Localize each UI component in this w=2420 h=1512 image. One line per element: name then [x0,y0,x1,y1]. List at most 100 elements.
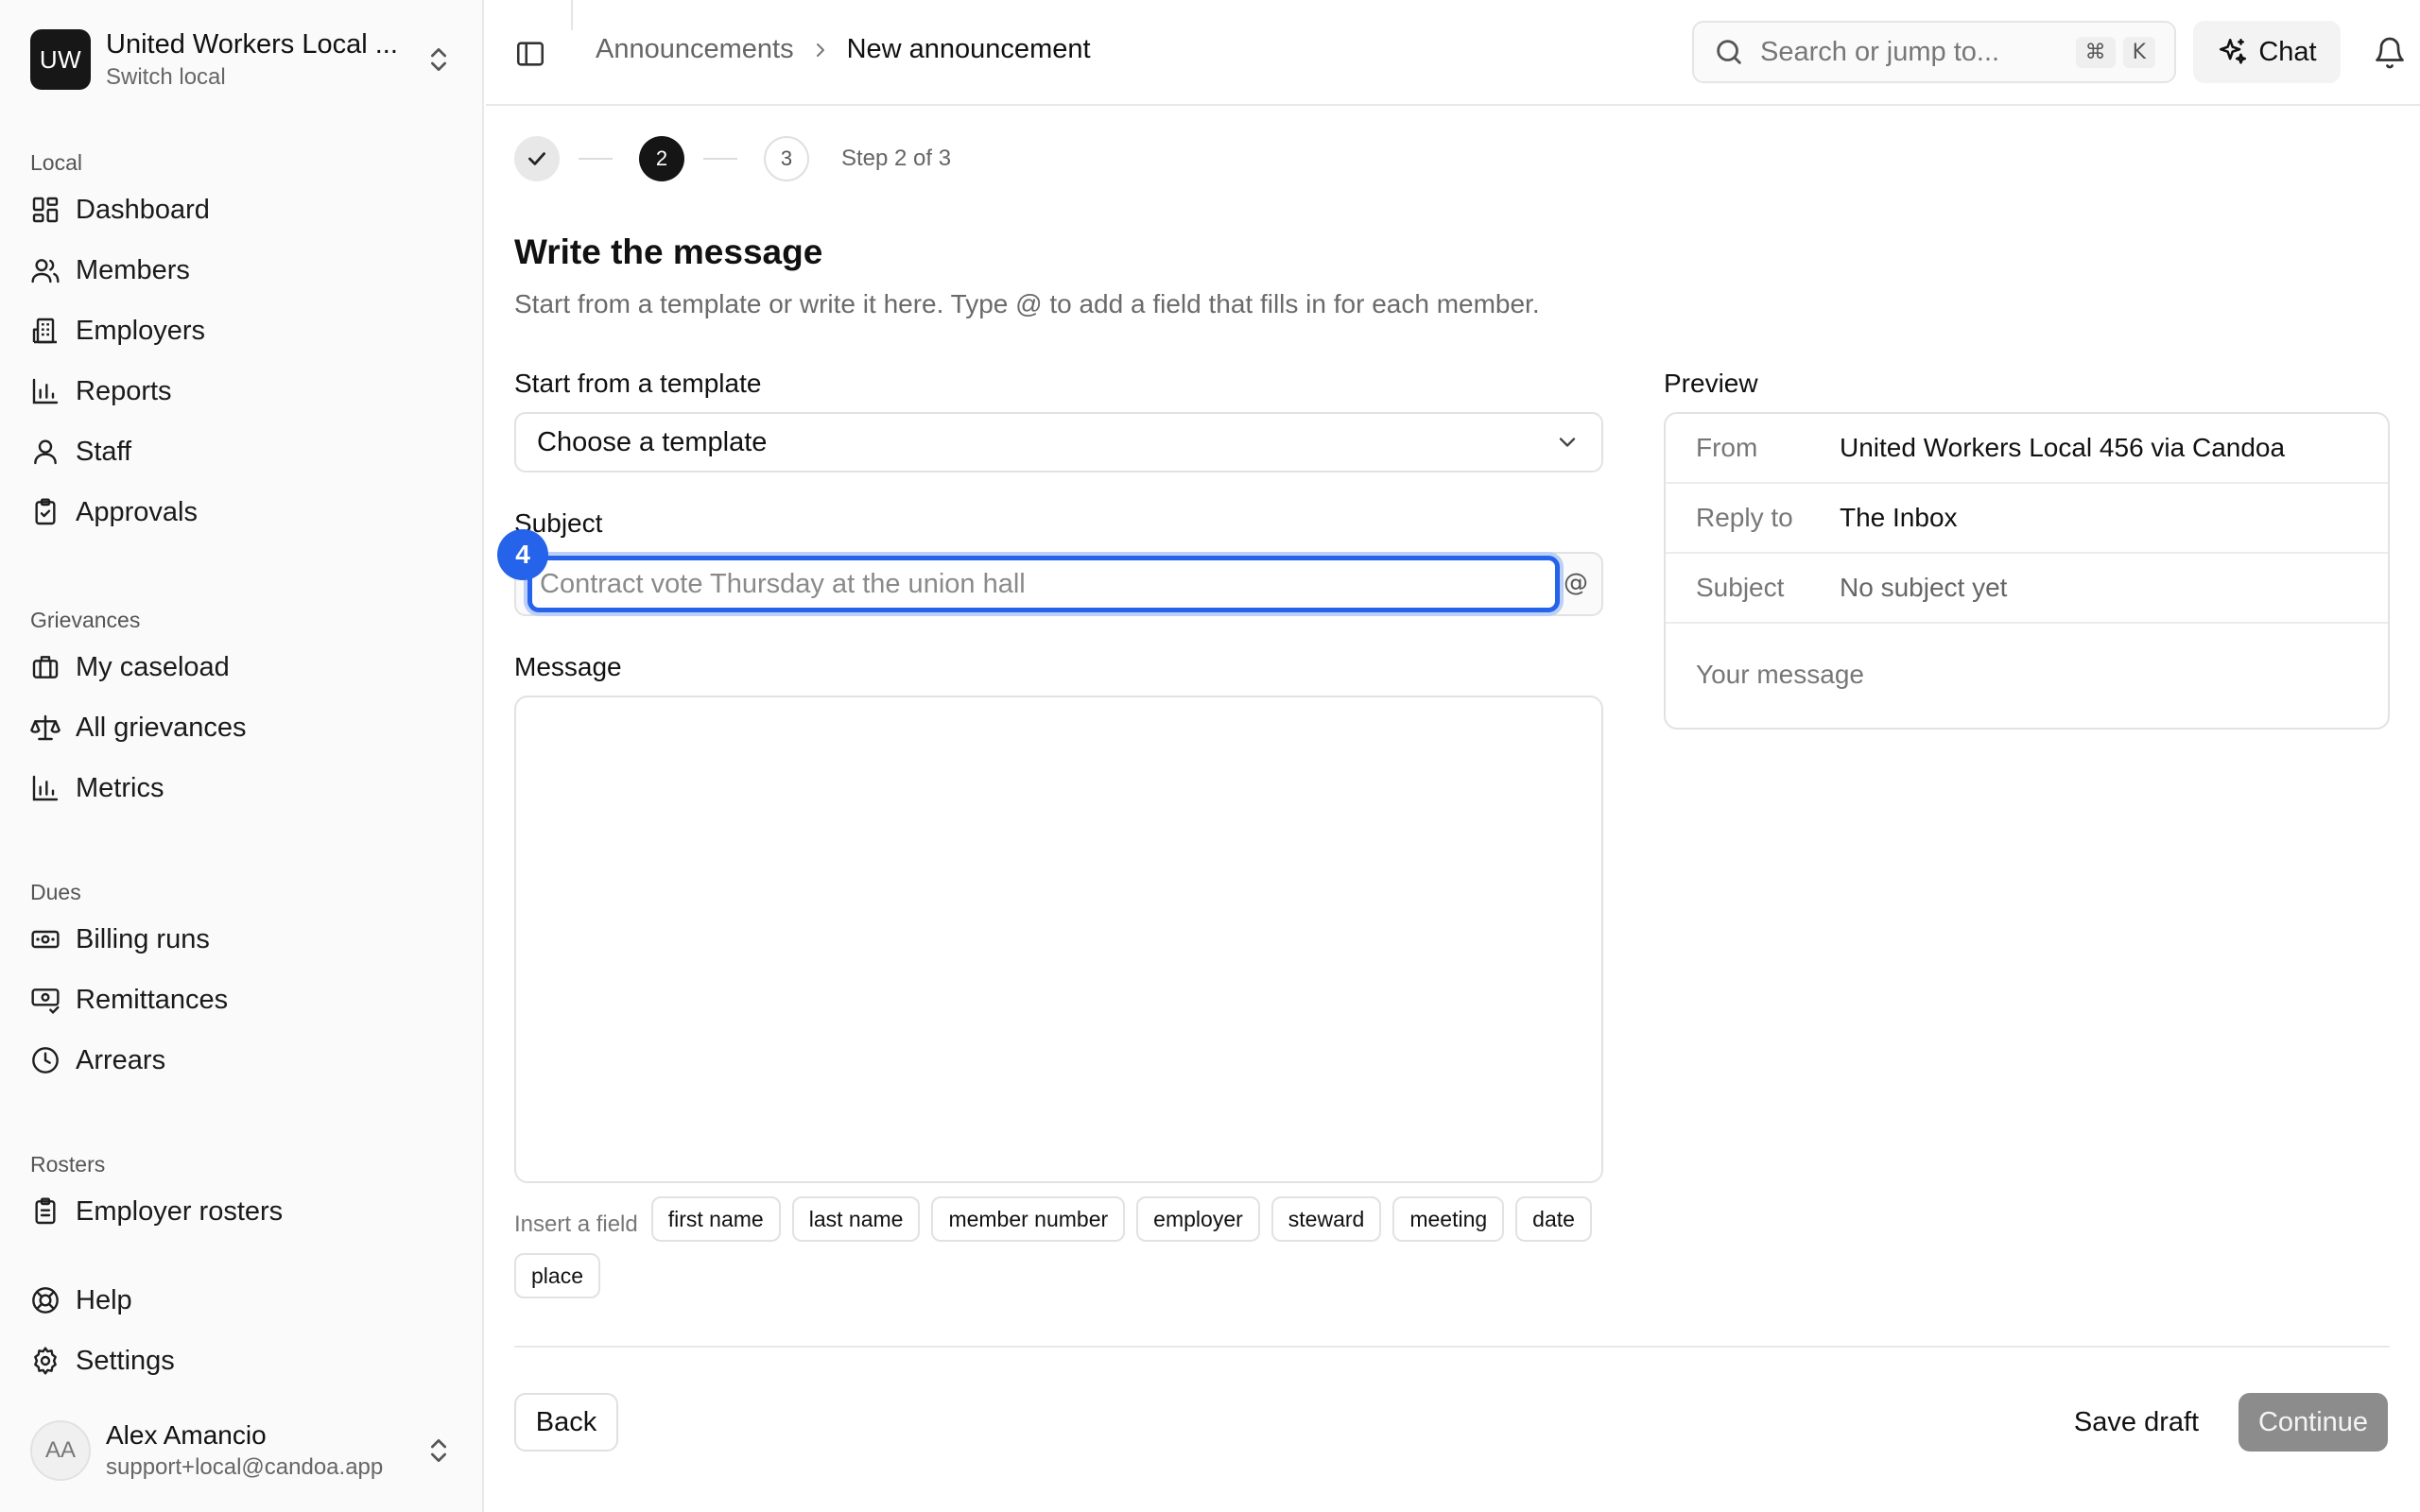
step-connector [579,158,613,160]
preview-card: From United Workers Local 456 via Candoa… [1664,412,2390,730]
preview-row-from: From United Workers Local 456 via Candoa [1666,414,2388,484]
scale-icon [30,714,60,741]
sidebar-item-employer-rosters[interactable]: Employer rosters [30,1181,456,1242]
sidebar-item-billing-runs[interactable]: Billing runs [30,909,456,970]
field-chip-last-name[interactable]: last name [791,1196,921,1242]
check-icon [528,152,545,165]
message-label: Message [514,652,622,681]
back-button[interactable]: Back [514,1393,618,1452]
nav-section-rosters: Rosters Employer rosters [30,1147,456,1242]
chevron-down-icon [1559,438,1576,447]
org-logo: UW [30,29,91,90]
org-subtitle: Switch local [106,63,226,90]
building-icon [32,318,57,344]
sidebar-item-remittances[interactable]: Remittances [30,970,456,1030]
chevrons-up-down-icon [431,1439,446,1462]
field-chip-place[interactable]: place [514,1253,600,1298]
search-placeholder: Search or jump to... [1760,36,2000,67]
field-chip-first-name[interactable]: first name [650,1196,781,1242]
sidebar-item-reports[interactable]: Reports [30,361,456,421]
topbar: Announcements New announcement Search or… [486,0,2420,106]
save-draft-button[interactable]: Save draft [2059,1393,2214,1452]
insert-field-at-button[interactable]: @ [1564,569,1588,597]
sidebar-item-label: Staff [76,436,132,467]
sidebar-item-dashboard[interactable]: Dashboard [30,180,456,240]
field-chip-date[interactable]: date [1515,1196,1592,1242]
template-select-value: Choose a template [537,426,768,457]
preview-subject-value: No subject yet [1840,573,2008,602]
subject-field: @ [514,552,1603,616]
step-3-upcoming: 3 [764,136,809,181]
sidebar-item-members[interactable]: Members [30,240,456,301]
sidebar-toggle-icon[interactable] [514,38,546,70]
message-textarea[interactable] [514,696,1603,1183]
shortcut-k-key: K [2122,36,2155,68]
nav-heading-local: Local [30,150,82,175]
user-icon [34,439,57,465]
chat-button[interactable]: Chat [2193,21,2341,83]
avatar: AA [30,1420,91,1481]
sidebar-item-staff[interactable]: Staff [30,421,456,482]
sidebar-item-label: Approvals [76,496,198,527]
topbar-divider [571,0,573,30]
preview-reply-key: Reply to [1696,503,1793,532]
search-icon [1717,40,1741,64]
sidebar-item-metrics[interactable]: Metrics [30,758,456,818]
step-1-complete [514,136,560,181]
sidebar-item-all-grievances[interactable]: All grievances [30,697,456,758]
sidebar-item-label: Reports [76,375,172,406]
sidebar-item-employers[interactable]: Employers [30,301,456,361]
preview-row-reply-to: Reply to The Inbox [1666,484,2388,554]
org-switcher[interactable]: UW United Workers Local ... Switch local [30,28,454,91]
clipboard-check-icon [35,498,56,525]
sidebar-item-settings[interactable]: Settings [30,1331,456,1391]
bell-icon[interactable] [2373,36,2407,70]
field-chip-steward[interactable]: steward [1270,1196,1382,1242]
search-input[interactable]: Search or jump to... ⌘ K [1692,21,2176,83]
preview-reply-value: The Inbox [1840,503,1958,532]
sidebar-item-label: Help [76,1284,132,1315]
field-chip-employer[interactable]: employer [1136,1196,1260,1242]
breadcrumb-announcements[interactable]: Announcements [596,34,794,65]
user-menu[interactable]: AA Alex Amancio support+local@candoa.app [30,1418,454,1484]
nav-section-grievances: Grievances My caseload All grievances Me… [30,603,456,818]
briefcase-icon [32,656,59,679]
stepper: 2 3 Step 2 of 3 [514,136,951,181]
preview-label: Preview [1664,369,1758,398]
nav-section-dues: Dues Billing runs Remittances Arrears [30,875,456,1091]
page-description: Start from a template or write it here. … [514,289,1540,318]
sidebar-item-label: My caseload [76,651,230,682]
subject-input[interactable] [527,556,1560,612]
sidebar-item-label: Billing runs [76,923,210,954]
step-progress-label: Step 2 of 3 [841,146,952,171]
insert-field-label: Insert a field [514,1211,638,1237]
template-select[interactable]: Choose a template [514,412,1603,472]
field-chip-member-number[interactable]: member number [931,1196,1126,1242]
nav-section-bottom: Help Settings [30,1270,456,1391]
footer-divider [514,1346,2390,1348]
bar-chart-icon [32,775,59,801]
sidebar-item-label: Employers [76,315,205,346]
field-chip-meeting[interactable]: meeting [1392,1196,1505,1242]
clipboard-list-icon [35,1197,56,1225]
page-title: Write the message [514,232,823,271]
user-name: Alex Amancio [106,1420,267,1450]
gear-icon [34,1347,57,1375]
sidebar-item-label: Employer rosters [76,1195,284,1227]
user-text: Alex Amancio support+local@candoa.app [106,1420,424,1481]
sidebar-item-my-caseload[interactable]: My caseload [30,637,456,697]
members-icon [31,259,60,284]
user-email: support+local@candoa.app [106,1454,384,1480]
nav-heading-rosters: Rosters [30,1152,106,1177]
sidebar-item-approvals[interactable]: Approvals [30,482,456,542]
nav-heading-grievances: Grievances [30,608,141,632]
continue-button[interactable]: Continue [2238,1393,2388,1452]
sidebar-item-help[interactable]: Help [30,1270,456,1331]
sparkles-icon [2220,38,2247,64]
sidebar-item-label: Members [76,254,190,285]
sidebar-item-label: Metrics [76,772,164,803]
banknote-icon [31,930,60,949]
sidebar-item-arrears[interactable]: Arrears [30,1030,456,1091]
insert-field-row: Insert a field first name last name memb… [514,1196,1611,1310]
sidebar-item-label: All grievances [76,712,247,743]
